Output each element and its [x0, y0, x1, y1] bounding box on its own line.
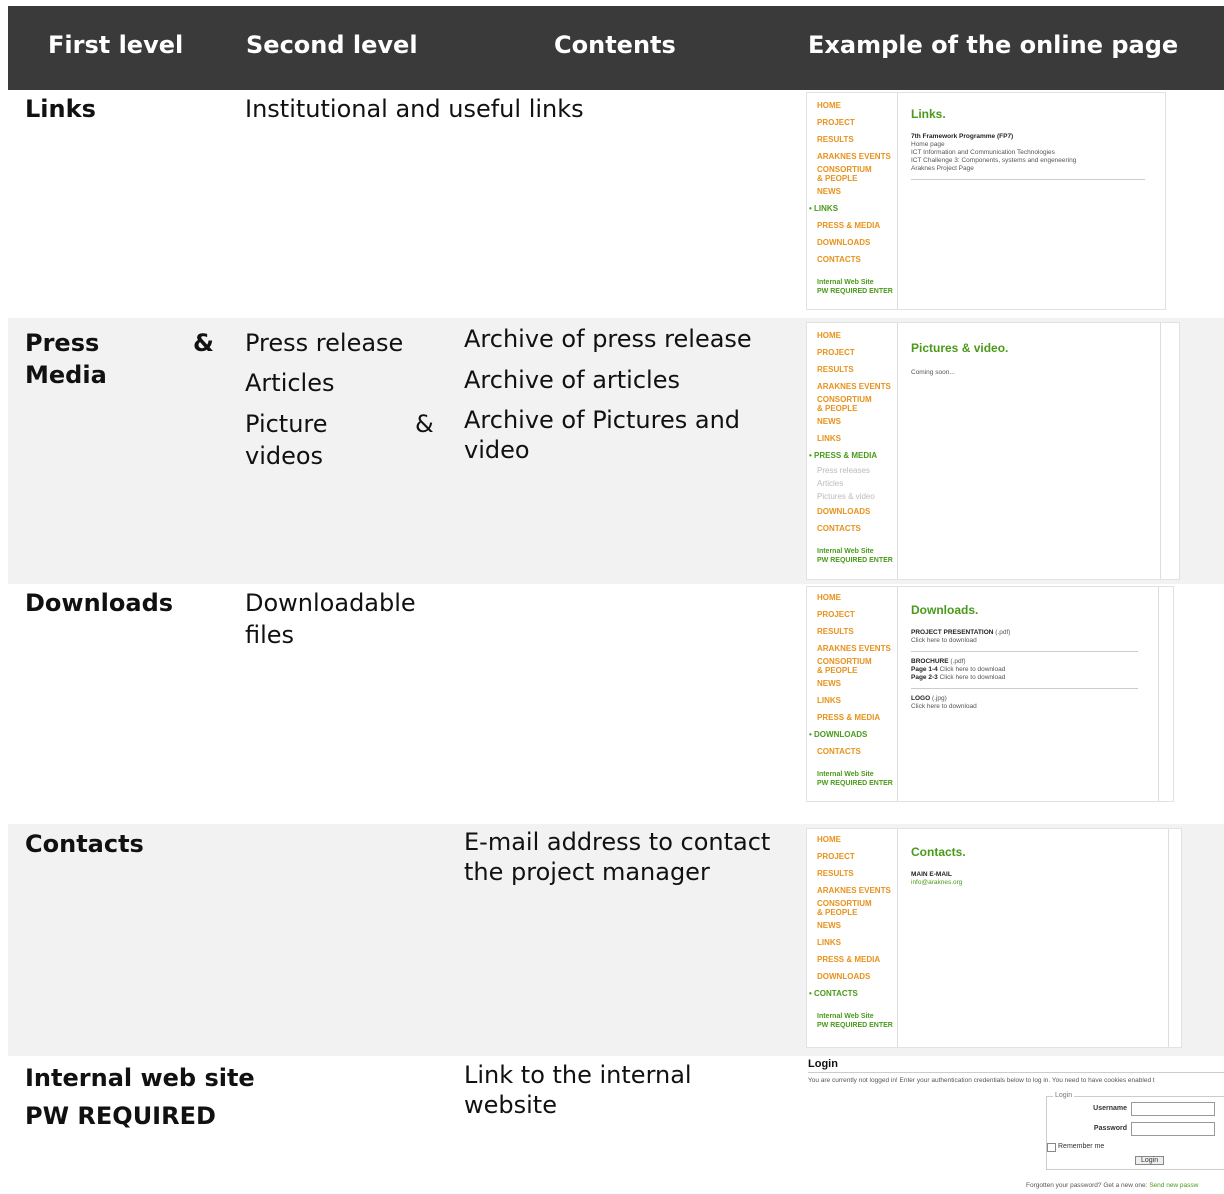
site-nav: HOME PROJECT RESULTS ARAKNES EVENTS CONSOR… — [807, 323, 898, 579]
site-nav: HOME PROJECT RESULTS ARAKNES EVENTS CONSOR… — [807, 829, 898, 1047]
contents-pictures-2: video — [464, 436, 530, 464]
table-row-downloads: Downloads Downloadable files HOME PROJEC… — [8, 584, 1224, 824]
first-level-press: Press — [25, 329, 100, 357]
password-field[interactable] — [1131, 1122, 1215, 1136]
table-row-internal: Internal web site PW REQUIRED Link to th… — [8, 1056, 1224, 1194]
first-level-pw-required: PW REQUIRED — [25, 1102, 216, 1130]
username-field[interactable] — [1131, 1102, 1215, 1116]
second-level-links: Institutional and useful links — [245, 95, 584, 123]
second-level-press-release: Press release — [245, 329, 404, 357]
contents-email-2: the project manager — [464, 858, 710, 886]
first-level-downloads: Downloads — [25, 589, 174, 617]
login-button[interactable]: Login — [1135, 1156, 1165, 1165]
first-level-media: Media — [25, 361, 107, 389]
second-level-files: files — [245, 621, 295, 649]
header-first-level: First level — [48, 31, 184, 59]
header-second-level: Second level — [246, 31, 418, 59]
contents-pictures: Archive of Pictures and — [464, 406, 741, 434]
header-example: Example of the online page — [808, 31, 1179, 59]
header-contents: Contents — [554, 31, 676, 59]
contents-internal-2: website — [464, 1091, 557, 1119]
screenshot-press-media: HOME PROJECT RESULTS ARAKNES EVENTS CONSOR… — [806, 322, 1180, 580]
first-level-press-amp: & — [193, 329, 214, 357]
second-level-picture-amp: & — [415, 410, 434, 438]
screenshot-login: Login You are currently not logged in! E… — [808, 1058, 1224, 1194]
site-nav: HOME PROJECT RESULTS ARAKNES EVENTS CONSOR… — [807, 587, 898, 801]
first-level-internal: Internal web site — [25, 1064, 255, 1092]
second-level-articles: Articles — [245, 369, 335, 397]
first-level-links: Links — [25, 95, 96, 123]
remember-checkbox[interactable] — [1047, 1143, 1056, 1152]
screenshot-contacts: HOME PROJECT RESULTS ARAKNES EVENTS CONSOR… — [806, 828, 1182, 1048]
table-row-links: Links Institutional and useful links HOM… — [8, 90, 1224, 314]
second-level-downloadable: Downloadable — [245, 589, 416, 617]
table-header: First level Second level Contents Exampl… — [8, 6, 1224, 90]
screenshot-downloads: HOME PROJECT RESULTS ARAKNES EVENTS CONSOR… — [806, 586, 1174, 802]
second-level-videos: videos — [245, 442, 324, 470]
screenshot-links: HOME PROJECT RESULTS ARAKNES EVENTS CONSOR… — [806, 92, 1166, 310]
second-level-picture: Picture — [245, 410, 328, 438]
contents-internal: Link to the internal — [464, 1061, 692, 1089]
first-level-contacts: Contacts — [25, 830, 144, 858]
contents-email: E-mail address to contact — [464, 828, 771, 856]
site-nav: HOME PROJECT RESULTS ARAKNES EVENTS CONSOR… — [807, 93, 898, 309]
table-row-press-media: Press & Media Press release Articles Pic… — [8, 318, 1224, 584]
contents-articles: Archive of articles — [464, 366, 680, 394]
contents-press-release: Archive of press release — [464, 325, 752, 353]
table-row-contacts: Contacts E-mail address to contact the p… — [8, 824, 1224, 1056]
